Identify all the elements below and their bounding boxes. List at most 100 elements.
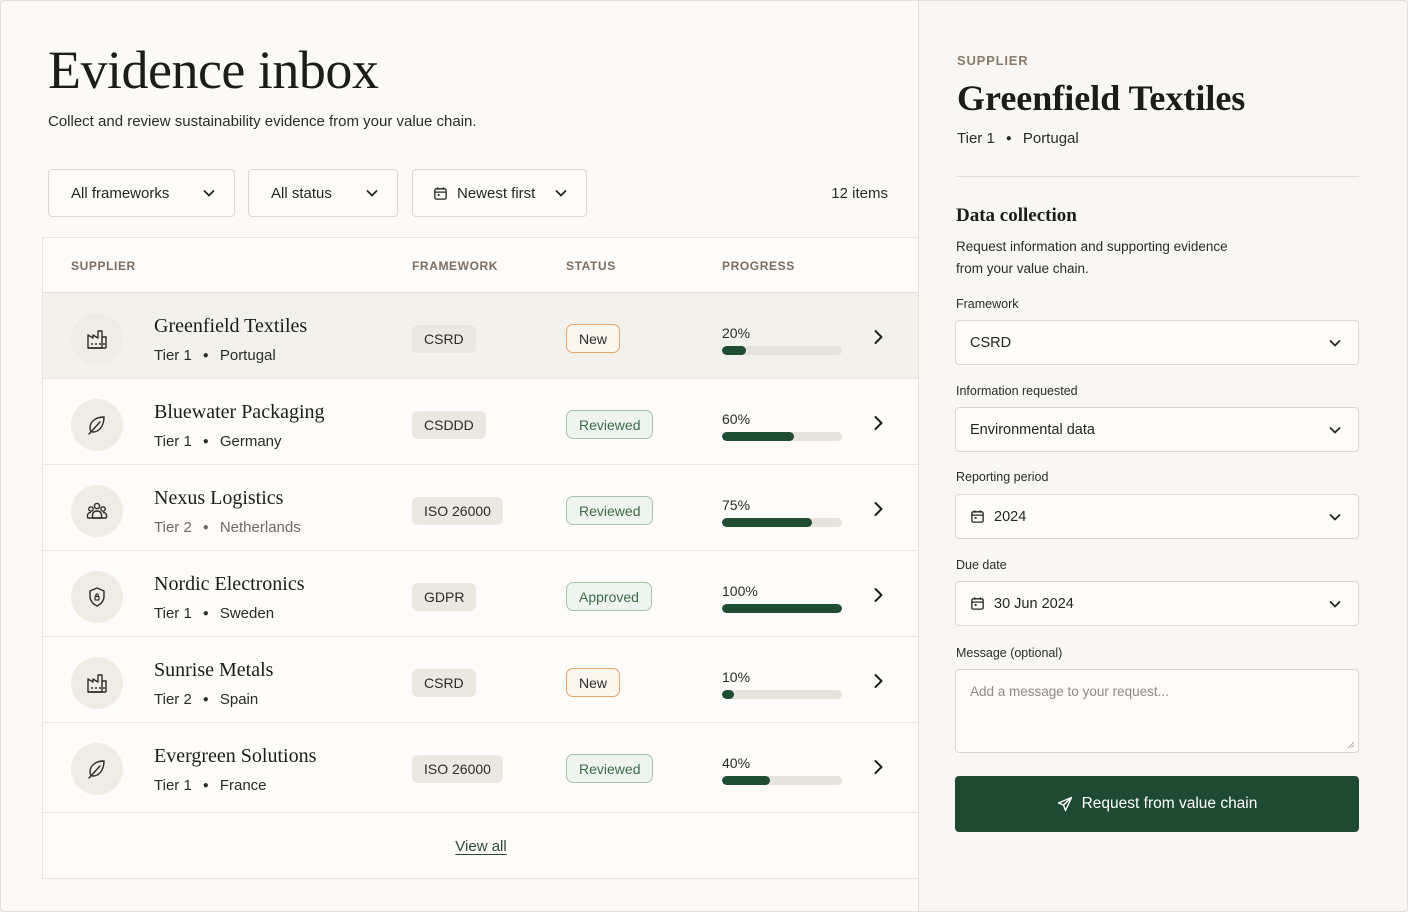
period-select-value: 2024	[994, 508, 1027, 525]
table-row[interactable]: Nexus Logistics Tier 2 ● Netherlands ISO 2…	[43, 465, 919, 551]
framework-chip: ISO 26000	[412, 755, 503, 783]
framework-chip: CSDDD	[412, 411, 486, 439]
page-title: Evidence inbox	[48, 40, 379, 100]
chevron-down-icon	[554, 186, 568, 200]
supplier-country: France	[219, 777, 267, 794]
progress-fill	[722, 346, 746, 355]
column-header-framework[interactable]: FRAMEWORK	[412, 259, 498, 273]
due-date-select[interactable]: 30 Jun 2024	[955, 581, 1359, 626]
supplier-meta: Tier 1 ● France	[154, 777, 267, 794]
supplier-tier: Tier 1	[154, 777, 192, 794]
resize-handle-icon[interactable]	[1345, 739, 1355, 749]
period-select[interactable]: 2024	[955, 494, 1359, 539]
table-header: SUPPLIER FRAMEWORK STATUS PROGRESS	[43, 238, 919, 293]
supplier-tier: Tier 2	[154, 691, 192, 708]
page-subtitle: Collect and review sustainability eviden…	[48, 113, 477, 130]
progress-label: 75%	[722, 497, 751, 513]
supplier-name: Nexus Logistics	[154, 487, 284, 509]
progress-bar	[722, 690, 842, 699]
table-row[interactable]: Evergreen Solutions Tier 1 ● France ISO 26…	[43, 723, 919, 813]
supplier-country: Sweden	[219, 605, 275, 622]
chevron-right-icon[interactable]	[869, 758, 887, 776]
supplier-name: Nordic Electronics	[154, 573, 305, 595]
supplier-country: Germany	[219, 433, 282, 450]
chevron-right-icon[interactable]	[869, 328, 887, 346]
status-badge: Approved	[566, 582, 652, 611]
progress-fill	[722, 518, 812, 527]
column-header-supplier[interactable]: SUPPLIER	[71, 259, 136, 273]
progress-fill	[722, 690, 734, 699]
framework-filter-label: All frameworks	[71, 184, 170, 202]
supplier-name: Evergreen Solutions	[154, 745, 317, 767]
progress-bar	[722, 776, 842, 785]
period-field-label: Reporting period	[956, 470, 1049, 484]
status-filter-label: All status	[271, 184, 332, 202]
framework-select[interactable]: CSRD	[955, 320, 1359, 365]
status-badge: Reviewed	[566, 410, 654, 439]
supplier-tier: Tier 1	[154, 347, 192, 364]
calendar-icon	[970, 509, 985, 524]
table-row[interactable]: Sunrise Metals Tier 2 ● Spain CSRD New 10%	[43, 637, 919, 723]
items-count: 12 items	[831, 185, 888, 202]
supplier-tier: Tier 1	[154, 605, 192, 622]
supplier-country: Netherlands	[219, 519, 301, 536]
supplier-name: Bluewater Packaging	[154, 401, 325, 423]
chevron-down-icon	[1329, 426, 1341, 433]
people-icon	[71, 485, 123, 537]
message-textarea[interactable]: Add a message to your request...	[955, 669, 1359, 753]
panel-tier: Tier 1	[957, 130, 995, 147]
supplier-country: Spain	[219, 691, 259, 708]
chevron-down-icon	[1329, 339, 1341, 346]
table-row[interactable]: Greenfield Textiles Tier 1 ● Portugal CSRD…	[43, 293, 919, 379]
supplier-panel: SUPPLIER Greenfield Textiles Tier 1 ● Port…	[918, 1, 1407, 911]
progress-fill	[722, 604, 842, 613]
table-row[interactable]: Nordic Electronics Tier 1 ● Sweden GDPR Ap…	[43, 551, 919, 637]
framework-chip: CSRD	[412, 325, 476, 353]
request-from-value-chain-button[interactable]: Request from value chain	[955, 776, 1359, 832]
section-description: Request information and supporting evide…	[956, 239, 1228, 276]
supplier-meta: Tier 1 ● Sweden	[154, 605, 275, 622]
framework-field-label: Framework	[956, 297, 1019, 311]
chevron-right-icon[interactable]	[869, 586, 887, 604]
progress-bar	[722, 518, 842, 527]
column-header-status[interactable]: STATUS	[566, 259, 616, 273]
chevron-down-icon	[1329, 513, 1341, 520]
send-icon	[1057, 796, 1073, 812]
information-select[interactable]: Environmental data	[955, 407, 1359, 452]
leaf-icon	[71, 399, 123, 451]
table-row[interactable]: Bluewater Packaging Tier 1 ● Germany CSDDD…	[43, 379, 919, 465]
chevron-down-icon	[365, 186, 379, 200]
message-field-label: Message (optional)	[956, 646, 1063, 660]
progress-label: 60%	[722, 411, 751, 427]
framework-chip: CSRD	[412, 669, 476, 697]
information-select-value: Environmental data	[970, 421, 1095, 438]
sort-filter-label: Newest first	[457, 184, 536, 202]
shield-icon	[71, 571, 123, 623]
supplier-meta: Tier 1 ● Portugal	[154, 347, 276, 364]
section-title: Data collection	[956, 205, 1077, 226]
chevron-right-icon[interactable]	[869, 500, 887, 518]
progress-bar	[722, 604, 842, 613]
progress-fill	[722, 432, 794, 441]
status-badge: New	[566, 668, 621, 697]
status-filter[interactable]: All status	[248, 169, 398, 217]
view-all-link[interactable]: View all	[43, 838, 919, 855]
framework-filter[interactable]: All frameworks	[48, 169, 235, 217]
progress-fill	[722, 776, 770, 785]
panel-supplier-meta: Tier 1 ● Portugal	[957, 130, 1079, 147]
chevron-right-icon[interactable]	[869, 672, 887, 690]
progress-label: 40%	[722, 755, 751, 771]
factory-icon	[71, 313, 123, 365]
calendar-icon	[433, 186, 448, 201]
progress-bar	[722, 432, 842, 441]
chevron-right-icon[interactable]	[869, 414, 887, 432]
supplier-tier: Tier 2	[154, 519, 192, 536]
supplier-tier: Tier 1	[154, 433, 192, 450]
column-header-progress[interactable]: PROGRESS	[722, 259, 795, 273]
main-content: Evidence inbox Collect and review sustai…	[1, 1, 919, 911]
message-placeholder: Add a message to your request...	[970, 684, 1169, 699]
sort-filter[interactable]: Newest first	[412, 169, 587, 217]
progress-label: 100%	[722, 583, 758, 599]
panel-eyebrow: SUPPLIER	[957, 53, 1029, 68]
panel-supplier-name: Greenfield Textiles	[957, 78, 1246, 118]
